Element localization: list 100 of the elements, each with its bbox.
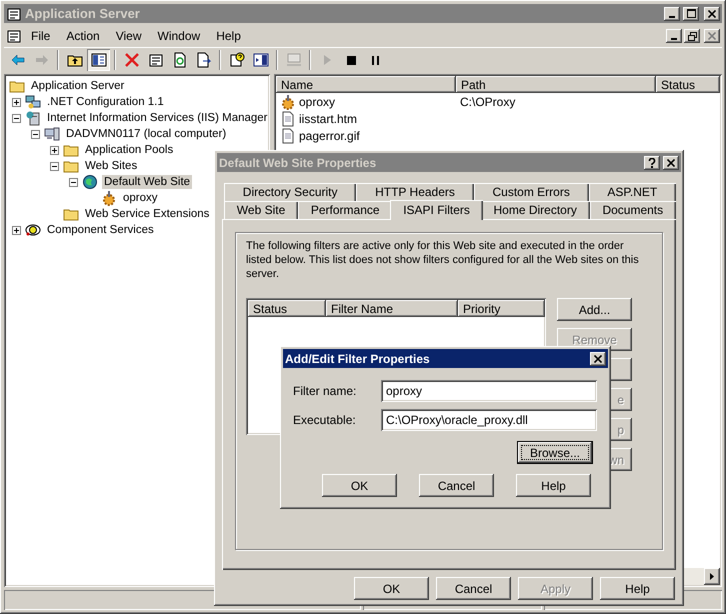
expand-toggle[interactable] bbox=[12, 98, 21, 106]
refresh-icon bbox=[172, 52, 188, 68]
tree-item[interactable]: Default Web Site bbox=[102, 175, 192, 189]
gear-icon bbox=[101, 190, 117, 206]
tab[interactable]: Directory Security bbox=[224, 183, 356, 201]
export-icon bbox=[196, 52, 212, 68]
field-label: Filter name: bbox=[293, 384, 358, 398]
column-header[interactable]: Filter Name bbox=[326, 300, 458, 317]
window-title: Application Server bbox=[25, 6, 141, 21]
menu-item[interactable]: Action bbox=[59, 27, 107, 45]
properties-icon bbox=[6, 28, 22, 44]
minimize-icon bbox=[671, 38, 677, 40]
help-button[interactable] bbox=[644, 156, 660, 170]
close-button[interactable] bbox=[590, 352, 606, 366]
expand-toggle[interactable] bbox=[69, 178, 78, 186]
menu-item[interactable]: View bbox=[108, 27, 148, 45]
list-item[interactable]: oproxy bbox=[276, 94, 456, 110]
expand-toggle[interactable] bbox=[12, 226, 21, 234]
column-header[interactable]: Status bbox=[656, 76, 720, 93]
dialog-button[interactable]: Cancel bbox=[436, 577, 511, 600]
globe-icon bbox=[82, 174, 98, 190]
properties-icon bbox=[6, 6, 22, 22]
scroll-right-button[interactable] bbox=[704, 568, 720, 585]
pane-icon bbox=[252, 52, 268, 68]
dialog-button[interactable]: OK bbox=[354, 577, 429, 600]
dialog-button[interactable]: OK bbox=[322, 474, 397, 497]
plus-icon bbox=[13, 98, 20, 106]
column-header[interactable]: Name bbox=[276, 76, 456, 93]
expand-toggle[interactable] bbox=[50, 162, 59, 170]
tab[interactable]: Custom Errors bbox=[474, 183, 589, 201]
tree-item[interactable]: DADVMN0117 (local computer) bbox=[64, 127, 228, 141]
tab[interactable]: Web Site bbox=[224, 201, 298, 219]
text-field[interactable]: C:\OProxy\oracle_proxy.dll bbox=[381, 409, 597, 431]
field-label: Executable: bbox=[293, 413, 357, 427]
minimize-button[interactable] bbox=[664, 6, 680, 20]
menu-item[interactable]: Help bbox=[209, 27, 248, 45]
restore-button[interactable] bbox=[684, 29, 700, 43]
properties-icon bbox=[148, 52, 164, 68]
side-button[interactable]: Add... bbox=[557, 298, 632, 321]
plus-icon bbox=[51, 146, 58, 154]
menu-item[interactable]: File bbox=[24, 27, 58, 45]
close-button[interactable] bbox=[704, 29, 720, 43]
list-item[interactable]: pagerror.gif bbox=[276, 128, 456, 144]
close-icon bbox=[667, 158, 675, 166]
tree-item[interactable]: .NET Configuration 1.1 bbox=[45, 95, 166, 109]
list-item[interactable]: iisstart.htm bbox=[276, 110, 456, 126]
dialog-button[interactable]: Help bbox=[516, 474, 591, 497]
dialog-button[interactable]: Help bbox=[600, 577, 675, 600]
gear-icon bbox=[280, 94, 296, 110]
close-icon bbox=[708, 10, 716, 18]
panel-icon bbox=[90, 52, 106, 68]
description-text: The following filters are active only for this Web site and executed in the order listed below. This list does not show filters configured for all the Web sites on this server. bbox=[246, 239, 640, 281]
text-field[interactable]: oproxy bbox=[381, 380, 597, 402]
tree-item[interactable]: Application Pools bbox=[83, 143, 176, 157]
right-arrow-icon bbox=[710, 573, 714, 580]
tab[interactable]: Home Directory bbox=[480, 201, 590, 219]
expand-toggle[interactable] bbox=[31, 130, 40, 138]
document-icon bbox=[280, 110, 296, 126]
tree-item[interactable]: Internet Information Services (IIS) Manager bbox=[45, 111, 270, 125]
dialog-title: Default Web Site Properties bbox=[219, 156, 378, 170]
maximize-icon bbox=[686, 9, 696, 18]
tree-item[interactable]: Web Service Extensions bbox=[83, 207, 212, 221]
tree-item[interactable]: Component Services bbox=[45, 223, 156, 237]
tree-item[interactable]: Application Server bbox=[29, 79, 126, 93]
tab[interactable]: HTTP Headers bbox=[356, 183, 474, 201]
tree-item[interactable]: Web Sites bbox=[83, 159, 140, 173]
dialog-button[interactable]: Cancel bbox=[419, 474, 494, 497]
tab[interactable]: Documents bbox=[590, 201, 676, 219]
column-header[interactable]: Status bbox=[248, 300, 326, 317]
close-icon bbox=[708, 32, 716, 40]
close-icon bbox=[594, 354, 602, 362]
minimize-button[interactable] bbox=[666, 29, 682, 43]
expand-toggle[interactable] bbox=[12, 114, 21, 122]
dialog-title: Add/Edit Filter Properties bbox=[285, 352, 431, 366]
server-icon bbox=[25, 110, 41, 126]
tab[interactable]: ASP.NET bbox=[588, 183, 676, 201]
close-button[interactable] bbox=[663, 156, 679, 170]
browse-button[interactable]: Browse... bbox=[517, 441, 593, 464]
tree-item[interactable]: oproxy bbox=[121, 191, 160, 205]
table-cell-text: C:\OProxy bbox=[459, 94, 516, 108]
delete-icon bbox=[124, 52, 140, 68]
maximize-button[interactable] bbox=[683, 6, 699, 20]
toolbar-button[interactable] bbox=[87, 48, 110, 70]
plus-icon bbox=[13, 226, 20, 234]
computer-icon bbox=[44, 126, 60, 142]
network-icon bbox=[25, 94, 41, 110]
tab[interactable]: Performance bbox=[298, 201, 392, 219]
expand-toggle[interactable] bbox=[50, 146, 59, 154]
restore-icon bbox=[688, 32, 696, 40]
help-icon bbox=[228, 52, 244, 68]
computer-icon bbox=[286, 52, 302, 68]
document-icon bbox=[280, 128, 296, 144]
minimize-icon bbox=[669, 16, 675, 18]
help-icon bbox=[648, 158, 656, 168]
column-header[interactable]: Path bbox=[456, 76, 656, 93]
tab[interactable]: ISAPI Filters bbox=[390, 200, 483, 220]
close-button[interactable] bbox=[704, 6, 720, 20]
column-header[interactable]: Priority bbox=[458, 300, 545, 317]
component-icon bbox=[25, 222, 41, 238]
menu-item[interactable]: Window bbox=[150, 27, 208, 45]
